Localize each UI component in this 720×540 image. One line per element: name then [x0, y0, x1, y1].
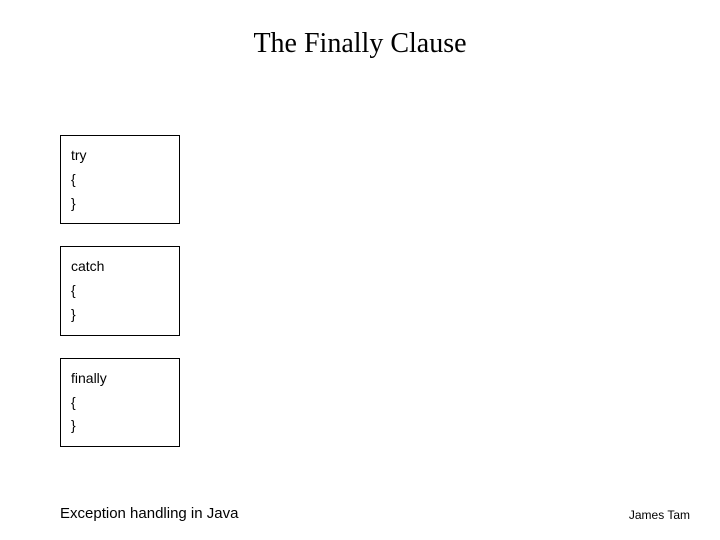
- finally-keyword: finally: [71, 367, 169, 391]
- open-brace: {: [71, 279, 169, 303]
- try-block: try { }: [60, 135, 180, 224]
- close-brace: }: [71, 303, 169, 327]
- catch-block: catch { }: [60, 246, 180, 335]
- open-brace: {: [71, 168, 169, 192]
- try-keyword: try: [71, 144, 169, 168]
- close-brace: }: [71, 192, 169, 216]
- close-brace: }: [71, 414, 169, 438]
- code-blocks-container: try { } catch { } finally { }: [60, 135, 180, 469]
- footer-right: James Tam: [629, 508, 690, 522]
- footer-left: Exception handling in Java: [60, 505, 238, 522]
- finally-block: finally { }: [60, 358, 180, 447]
- catch-keyword: catch: [71, 255, 169, 279]
- slide-title: The Finally Clause: [0, 0, 720, 70]
- open-brace: {: [71, 391, 169, 415]
